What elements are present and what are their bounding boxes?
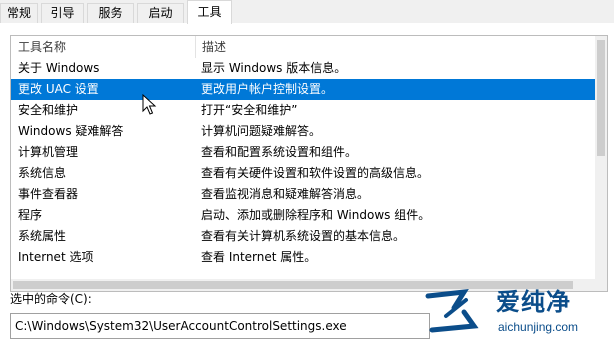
tool-description: 显示 Windows 版本信息。 (201, 61, 347, 75)
mouse-cursor-icon (142, 94, 157, 115)
watermark-url: aichunjing.com (498, 320, 579, 334)
tab-startup[interactable]: 启动 (137, 3, 184, 23)
column-header-name[interactable]: 工具名称 (11, 36, 202, 58)
list-rows: 关于 Windows 显示 Windows 版本信息。更改 UAC 设置 更改用户帐… (11, 58, 597, 268)
watermark-logo-icon (425, 288, 479, 333)
tool-description: 查看和配置系统设置和组件。 (201, 145, 358, 159)
tab-general[interactable]: 常规 (0, 3, 38, 23)
tool-name: 关于 Windows (18, 61, 100, 75)
tool-name: 安全和维护 (18, 103, 79, 117)
tool-name: 系统信息 (18, 166, 67, 180)
list-item[interactable]: Internet 选项 查看 Internet 属性。 (11, 247, 597, 268)
tool-description: 查看有关计算机系统设置的基本信息。 (201, 229, 406, 243)
tab-bar: 常规 引导 服务 启动 工具 (0, 0, 614, 24)
list-item[interactable]: 计算机管理 查看和配置系统设置和组件。 (11, 142, 597, 163)
tool-name: 程序 (18, 208, 43, 222)
list-item[interactable]: Windows 疑难解答 计算机问题疑难解答。 (11, 121, 597, 142)
tool-description: 查看 Internet 属性。 (201, 250, 317, 264)
tab-tools[interactable]: 工具 (187, 0, 232, 24)
tab-boot[interactable]: 引导 (41, 3, 84, 23)
list-item[interactable]: 关于 Windows 显示 Windows 版本信息。 (11, 58, 597, 79)
tool-name: Windows 疑难解答 (18, 124, 124, 138)
list-item[interactable]: 程序 启动、添加或删除程序和 Windows 组件。 (11, 205, 597, 226)
tool-description: 计算机问题疑难解答。 (201, 124, 322, 138)
watermark: 爱纯净 aichunjing.com (414, 282, 614, 343)
watermark-brand: 爱纯净 (496, 288, 571, 316)
tools-list[interactable]: 工具名称 描述 关于 Windows 显示 Windows 版本信息。更改 UAC… (10, 35, 608, 292)
tool-description: 打开“安全和维护” (201, 103, 298, 117)
tool-name: 计算机管理 (18, 145, 79, 159)
selected-command-label: 选中的命令(C): (10, 292, 92, 306)
tool-name: 事件查看器 (18, 187, 79, 201)
tool-description: 查看监视消息和疑难解答消息。 (201, 187, 370, 201)
tool-description: 查看有关硬件设置和软件设置的高级信息。 (201, 166, 430, 180)
tool-name: 系统属性 (18, 229, 67, 243)
list-item[interactable]: 系统属性 查看有关计算机系统设置的基本信息。 (11, 226, 597, 247)
vertical-scrollbar[interactable] (595, 36, 607, 291)
vertical-scroll-thumb[interactable] (597, 40, 605, 156)
tool-name: 更改 UAC 设置 (18, 82, 99, 96)
tool-description: 启动、添加或删除程序和 Windows 组件。 (201, 208, 431, 222)
list-item[interactable]: 更改 UAC 设置 更改用户帐户控制设置。 (11, 79, 597, 100)
list-header: 工具名称 描述 (11, 36, 597, 58)
list-item[interactable]: 系统信息 查看有关硬件设置和软件设置的高级信息。 (11, 163, 597, 184)
tab-services[interactable]: 服务 (87, 3, 134, 23)
tool-description: 更改用户帐户控制设置。 (201, 82, 334, 96)
list-item[interactable]: 事件查看器 查看监视消息和疑难解答消息。 (11, 184, 597, 205)
tool-name: Internet 选项 (18, 250, 94, 264)
column-header-description[interactable]: 描述 (195, 36, 602, 58)
list-item[interactable]: 安全和维护 打开“安全和维护” (11, 100, 597, 121)
selected-command-field[interactable]: C:\Windows\System32\UserAccountControlSe… (10, 313, 430, 339)
